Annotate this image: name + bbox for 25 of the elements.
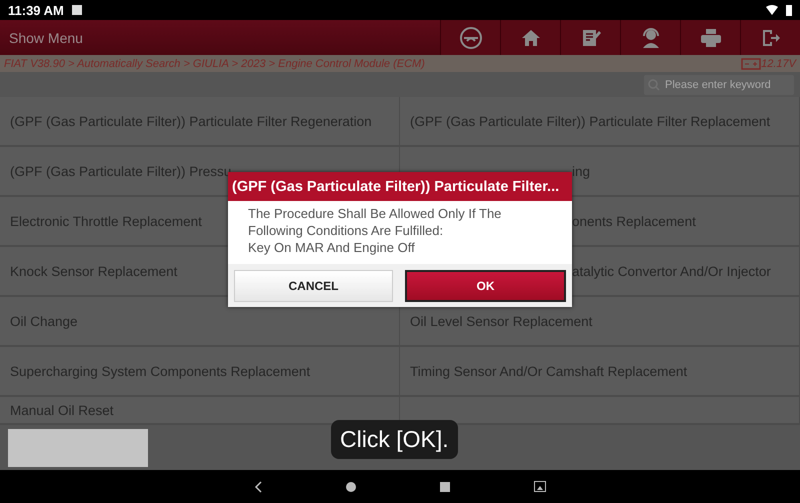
edit-button[interactable] — [560, 20, 620, 55]
print-button[interactable] — [680, 20, 740, 55]
steering-wheel-button[interactable] — [440, 20, 500, 55]
screenshot-icon[interactable] — [534, 481, 546, 492]
search-field[interactable]: Please enter keyword — [644, 74, 794, 94]
video-caption: Click [OK]. — [331, 420, 458, 459]
home-icon — [520, 28, 540, 48]
dialog-title: (GPF (Gas Particulate Filter)) Particulate Filter... — [228, 172, 572, 201]
back-icon[interactable] — [254, 480, 262, 492]
support-button[interactable] — [620, 20, 680, 55]
battery-icon — [786, 4, 792, 16]
wifi-icon — [766, 5, 778, 15]
exit-icon — [760, 28, 780, 48]
home-icon[interactable] — [346, 482, 356, 492]
voltage-reading: 12.17V — [761, 58, 796, 70]
edit-icon — [580, 28, 600, 48]
clock: 11:39 AM — [8, 2, 64, 18]
battery-icon — [741, 57, 762, 70]
breadcrumb: FIAT V38.90 > Automatically Search > GIULIA > 2023 > Engine Control Module (ECM) — [4, 58, 426, 70]
recents-icon[interactable] — [440, 482, 450, 492]
exit-button[interactable] — [740, 20, 800, 55]
home-button[interactable] — [500, 20, 560, 55]
ok-button[interactable]: OK — [405, 270, 566, 302]
cancel-button[interactable]: CANCEL — [234, 270, 393, 302]
print-icon — [700, 28, 722, 48]
